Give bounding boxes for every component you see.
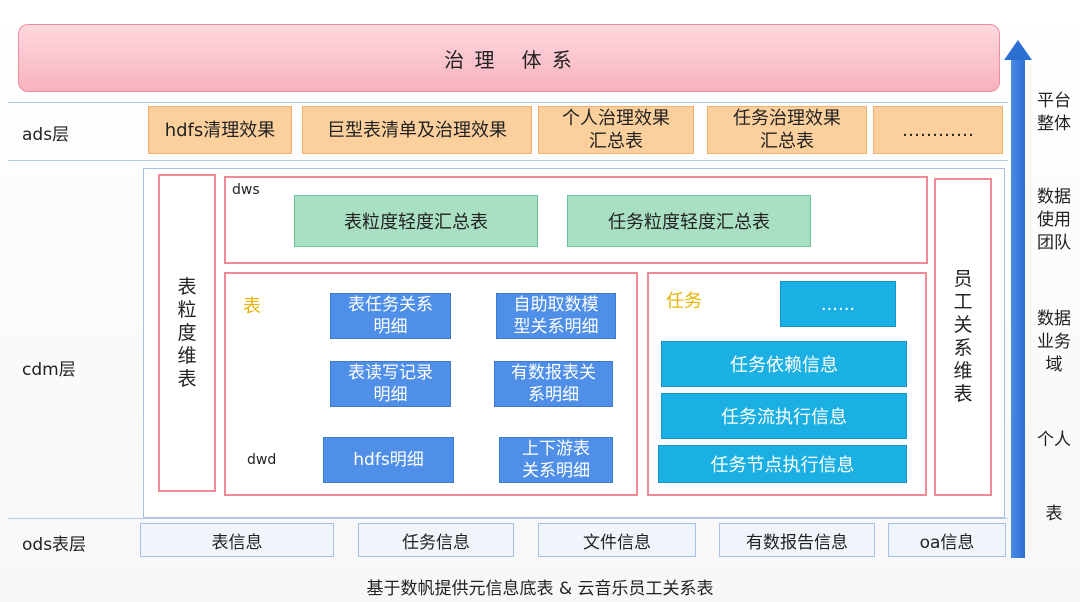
- task-ellipsis-item: ......: [780, 281, 896, 327]
- side-label-team: 数据 使用 团队: [1037, 187, 1071, 253]
- dwd-label: dwd: [247, 452, 277, 468]
- vertical-char: 维: [953, 360, 973, 382]
- side-label-platform: 平台 整体: [1037, 91, 1071, 134]
- ods-layer-label: ods表层: [22, 535, 87, 555]
- employee-dimension-box: 员工关系维表: [934, 178, 992, 496]
- table-dimension-label: 表粒度维表: [177, 276, 196, 391]
- table-detail-item: 表任务关系 明细: [330, 293, 451, 339]
- governance-system-banner: 治 理 体 系: [18, 24, 1000, 92]
- table-detail-item: 有数报表关 系明细: [494, 361, 613, 407]
- task-detail-item: 任务流执行信息: [661, 393, 907, 439]
- up-arrow-icon: [1004, 40, 1032, 60]
- diagram-root: { "banner": {"title": "治 理 体 系"}, "layer…: [0, 0, 1080, 602]
- table-dimension-box: 表粒度维表: [158, 174, 216, 492]
- side-label-personal: 个人: [1037, 430, 1071, 450]
- task-detail-item: 任务依赖信息: [661, 341, 907, 387]
- ads-item: 任务治理效果 汇总表: [707, 106, 867, 154]
- ods-item: 文件信息: [538, 523, 696, 557]
- vertical-char: 维: [177, 344, 197, 367]
- task-group-title: 任务: [666, 291, 702, 312]
- vertical-char: 表: [177, 367, 197, 390]
- separator-top: [8, 102, 1008, 103]
- table-detail-item: hdfs明细: [323, 437, 454, 483]
- side-label-domain: 数据 业务 域: [1037, 309, 1071, 375]
- separator-ods: [8, 518, 1008, 519]
- banner-title: 治 理 体 系: [444, 47, 574, 72]
- ads-layer-label: ads层: [22, 125, 70, 145]
- cdm-layer-label: cdm层: [22, 360, 76, 380]
- ads-item: 巨型表清单及治理效果: [302, 106, 532, 154]
- table-detail-item: 自助取数模 型关系明细: [496, 293, 616, 339]
- vertical-char: 员: [953, 268, 973, 290]
- table-group-title: 表: [243, 296, 261, 317]
- ads-item: 个人治理效果 汇总表: [538, 106, 694, 154]
- vertical-char: 系: [953, 337, 973, 359]
- dws-label: dws: [232, 182, 260, 198]
- ads-item: hdfs清理效果: [148, 106, 292, 154]
- dws-item: 任务粒度轻度汇总表: [567, 195, 811, 247]
- dws-item: 表粒度轻度汇总表: [294, 195, 538, 247]
- ods-item: 表信息: [140, 523, 334, 557]
- table-detail-item: 表读写记录 明细: [330, 361, 451, 407]
- side-label-table: 表: [1045, 504, 1063, 524]
- separator-ads: [8, 160, 1008, 161]
- vertical-char: 粒: [177, 298, 197, 321]
- vertical-char: 表: [953, 383, 973, 405]
- footer-caption: 基于数帆提供元信息底表 & 云音乐员工关系表: [366, 578, 714, 599]
- table-detail-item: 上下游表 关系明细: [499, 437, 613, 483]
- vertical-char: 度: [177, 321, 197, 344]
- ods-item: 任务信息: [358, 523, 514, 557]
- ods-item: 有数报告信息: [719, 523, 875, 557]
- scope-arrow-shaft: [1011, 58, 1025, 558]
- vertical-char: 工: [953, 291, 973, 313]
- vertical-char: 关: [953, 314, 973, 336]
- employee-dimension-label: 员工关系维表: [953, 268, 972, 406]
- task-detail-item: 任务节点执行信息: [658, 445, 907, 483]
- ads-item: …………: [873, 106, 1003, 154]
- ods-item: oa信息: [888, 523, 1006, 557]
- vertical-char: 表: [177, 275, 197, 298]
